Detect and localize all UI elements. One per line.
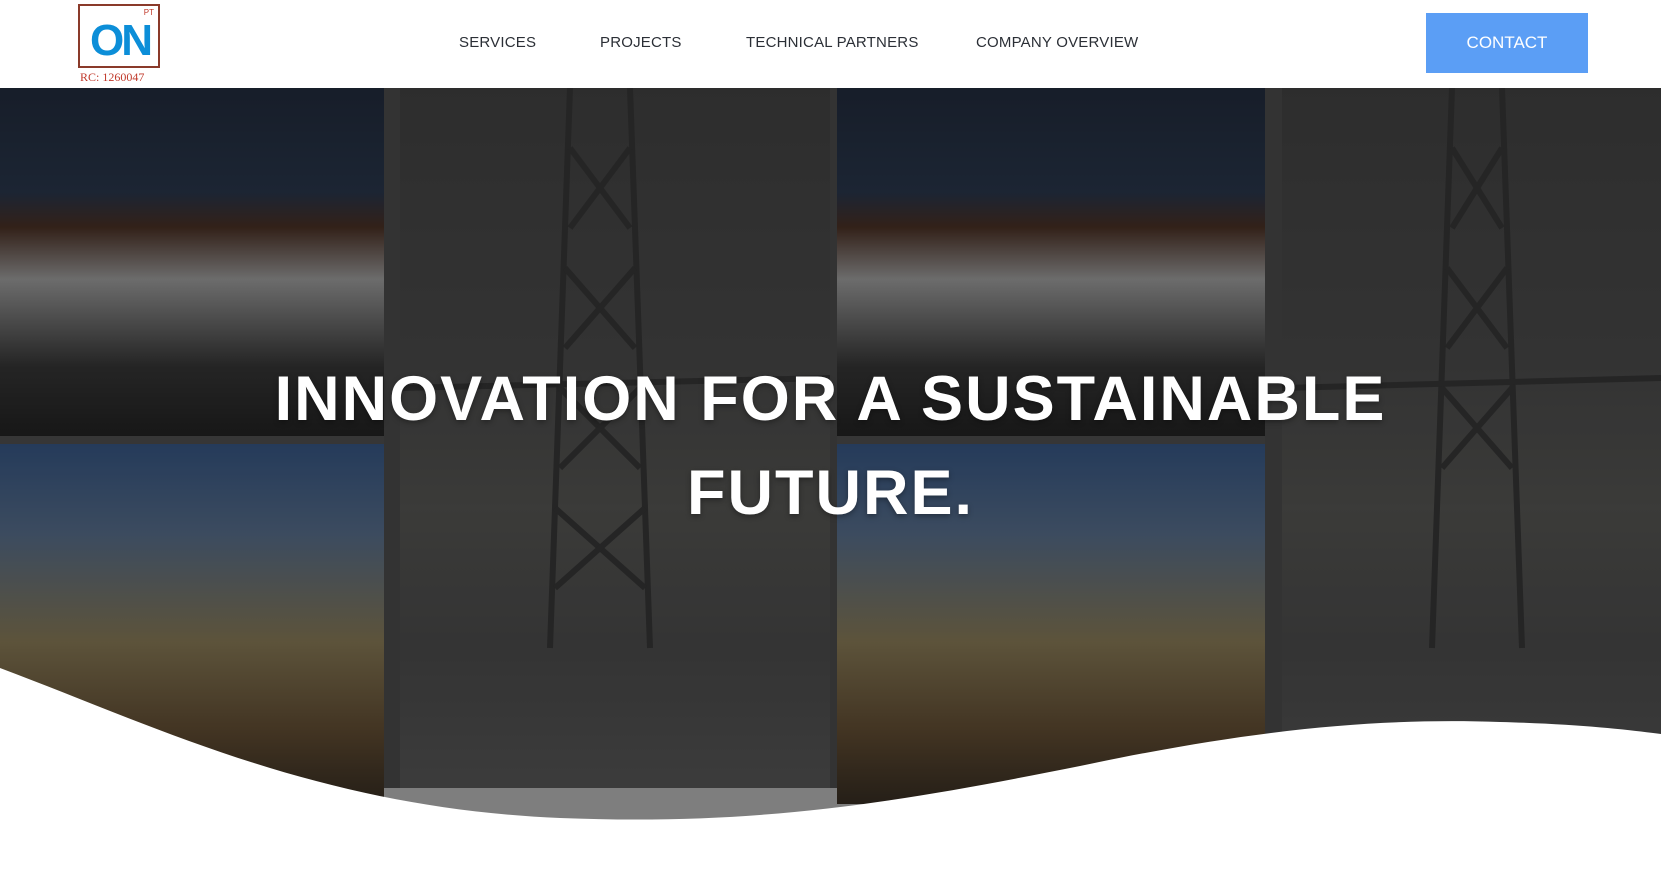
nav-item-company-overview[interactable]: COMPANY OVERVIEW — [976, 34, 1138, 51]
main-nav: SERVICES PROJECTS TECHNICAL PARTNERS COM… — [0, 0, 1661, 88]
hero-section: INNOVATION FOR A SUSTAINABLE FUTURE. — [0, 88, 1661, 872]
site-header: PT ON RC: 1260047 SERVICES PROJECTS TECH… — [0, 0, 1661, 88]
hero-title-line-1: INNOVATION FOR A SUSTAINABLE — [274, 364, 1387, 434]
hero-title-line-2: FUTURE. — [687, 458, 974, 528]
nav-item-services[interactable]: SERVICES — [459, 34, 536, 51]
nav-item-technical-partners[interactable]: TECHNICAL PARTNERS — [746, 34, 919, 51]
contact-button[interactable]: CONTACT — [1426, 13, 1588, 73]
nav-item-projects[interactable]: PROJECTS — [600, 34, 682, 51]
hero-title: INNOVATION FOR A SUSTAINABLE FUTURE. — [160, 352, 1501, 540]
